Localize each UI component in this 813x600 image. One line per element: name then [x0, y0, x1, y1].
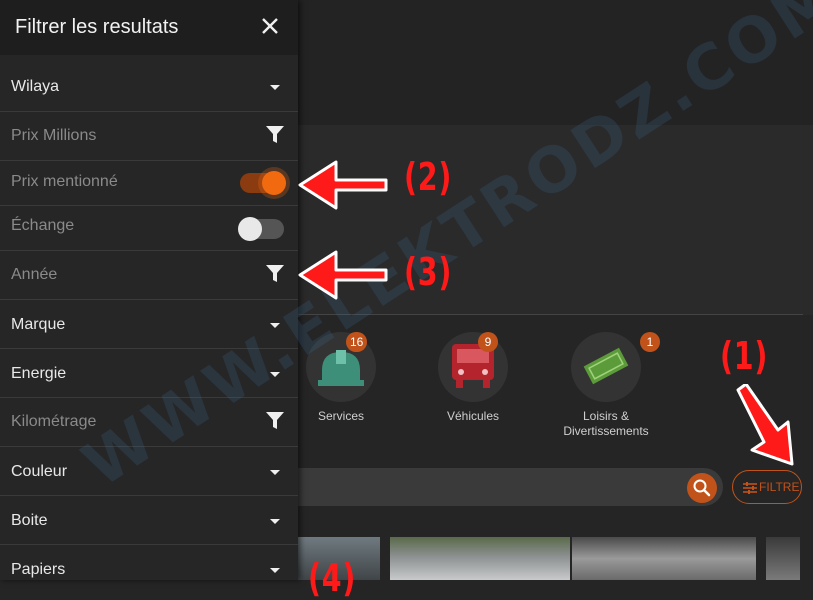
- search-icon: [693, 479, 711, 497]
- filter-row-echange[interactable]: Échange: [0, 206, 298, 251]
- close-button[interactable]: [258, 14, 282, 38]
- category-label-line1: Loisirs &: [582, 409, 629, 423]
- filter-label: Energie: [11, 365, 67, 382]
- filter-row-couleur[interactable]: Couleur: [0, 447, 298, 496]
- toggle-knob: [262, 171, 286, 195]
- annotation-label-4: (4): [308, 556, 357, 600]
- annotation-arrow-2: [298, 160, 388, 210]
- filter-label: Année: [11, 266, 58, 283]
- filter-drawer: Filtrer les resultats Wilaya Prix Millio…: [0, 0, 298, 580]
- page-header-area: [298, 0, 813, 125]
- annotation-label-1: (1): [720, 334, 769, 378]
- drawer-title: Filtrer les resultats: [15, 16, 179, 38]
- category-count-badge: 16: [346, 332, 368, 352]
- filter-row-prix-millions[interactable]: Prix Millions: [0, 112, 298, 161]
- prix-mentionne-toggle[interactable]: [240, 171, 286, 195]
- category-label: Services: [317, 409, 364, 423]
- chevron-down-icon: [270, 85, 280, 90]
- filter-row-annee[interactable]: Année: [0, 251, 298, 300]
- filter-label: Marque: [11, 316, 66, 333]
- filter-label: Papiers: [11, 561, 66, 578]
- filter-row-energie[interactable]: Energie: [0, 349, 298, 398]
- tickets-icon: [583, 347, 629, 385]
- filter-button-label: FILTRE: [759, 480, 800, 494]
- filter-button[interactable]: FILTRE: [732, 470, 802, 504]
- filter-label: Couleur: [11, 463, 68, 480]
- chevron-down-icon: [270, 568, 280, 573]
- close-icon: [262, 18, 278, 34]
- annotation-arrow-1: [736, 384, 794, 466]
- funnel-icon: [266, 412, 284, 429]
- annotation-arrow-3: [298, 250, 388, 300]
- filter-row-kilometrage[interactable]: Kilométrage: [0, 398, 298, 447]
- section-divider: [298, 314, 803, 315]
- filter-label: Échange: [11, 217, 75, 234]
- drawer-header: Filtrer les resultats: [0, 0, 298, 55]
- category-count-badge: 1: [640, 332, 660, 352]
- annotation-label-2: (2): [404, 155, 453, 199]
- chevron-down-icon: [270, 372, 280, 377]
- funnel-icon: [266, 126, 284, 143]
- category-label: Véhicules: [446, 409, 500, 423]
- category-label-line2: Divertissements: [563, 424, 649, 438]
- filter-row-wilaya[interactable]: Wilaya: [0, 63, 298, 112]
- search-button[interactable]: [687, 473, 717, 503]
- filter-label: Kilométrage: [11, 413, 97, 430]
- filter-label: Wilaya: [11, 78, 60, 95]
- filter-label: Boite: [11, 512, 48, 529]
- listing-photo[interactable]: [572, 537, 756, 580]
- filter-row-marque[interactable]: Marque: [0, 300, 298, 349]
- sliders-icon: [743, 482, 757, 494]
- category-count-badge: 9: [478, 332, 498, 352]
- chevron-down-icon: [270, 470, 280, 475]
- filter-label: Prix Millions: [11, 127, 97, 144]
- filter-label: Prix mentionné: [11, 173, 118, 190]
- chevron-down-icon: [270, 323, 280, 328]
- helmet-icon: [318, 350, 364, 386]
- toggle-knob: [238, 217, 262, 241]
- annotation-label-3: (3): [404, 250, 453, 294]
- funnel-icon: [266, 265, 284, 282]
- search-input[interactable]: [298, 468, 723, 506]
- filter-row-boite[interactable]: Boite: [0, 496, 298, 545]
- filter-row-prix-mentionne[interactable]: Prix mentionné: [0, 161, 298, 206]
- filter-row-papiers[interactable]: Papiers: [0, 545, 298, 580]
- chevron-down-icon: [270, 519, 280, 524]
- listing-photo[interactable]: [390, 537, 570, 580]
- echange-toggle[interactable]: [238, 217, 284, 241]
- listing-photo[interactable]: [766, 537, 800, 580]
